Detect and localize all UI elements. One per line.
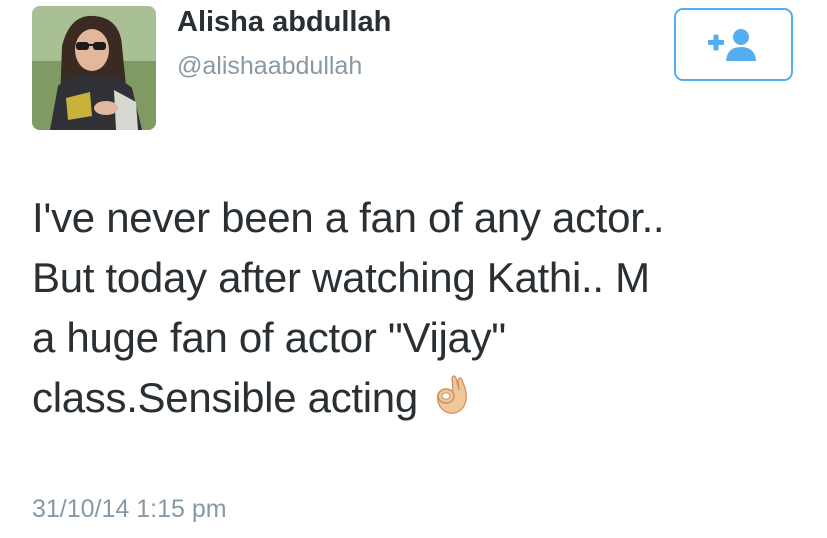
avatar-photo — [32, 6, 156, 130]
tweet-card: Alisha abdullah @alishaabdullah I've nev… — [0, 0, 827, 538]
tweet-line: I've never been a fan of any actor.. — [32, 194, 665, 241]
author-handle[interactable]: @alishaabdullah — [177, 52, 362, 81]
tweet-timestamp[interactable]: 31/10/14 1:15 pm — [32, 495, 227, 524]
add-user-icon — [707, 28, 756, 61]
tweet-line: class.Sensible acting — [32, 374, 418, 421]
tweet-text: I've never been a fan of any actor.. But… — [32, 188, 812, 432]
tweet-line: a huge fan of actor "Vijay" — [32, 314, 506, 361]
follow-button[interactable] — [674, 8, 793, 81]
tweet-line-last: class.Sensible acting — [32, 368, 812, 432]
ok-hand-emoji-icon — [432, 372, 470, 432]
tweet-line: But today after watching Kathi.. M — [32, 254, 650, 301]
author-name[interactable]: Alisha abdullah — [177, 6, 391, 39]
avatar[interactable] — [32, 6, 156, 130]
